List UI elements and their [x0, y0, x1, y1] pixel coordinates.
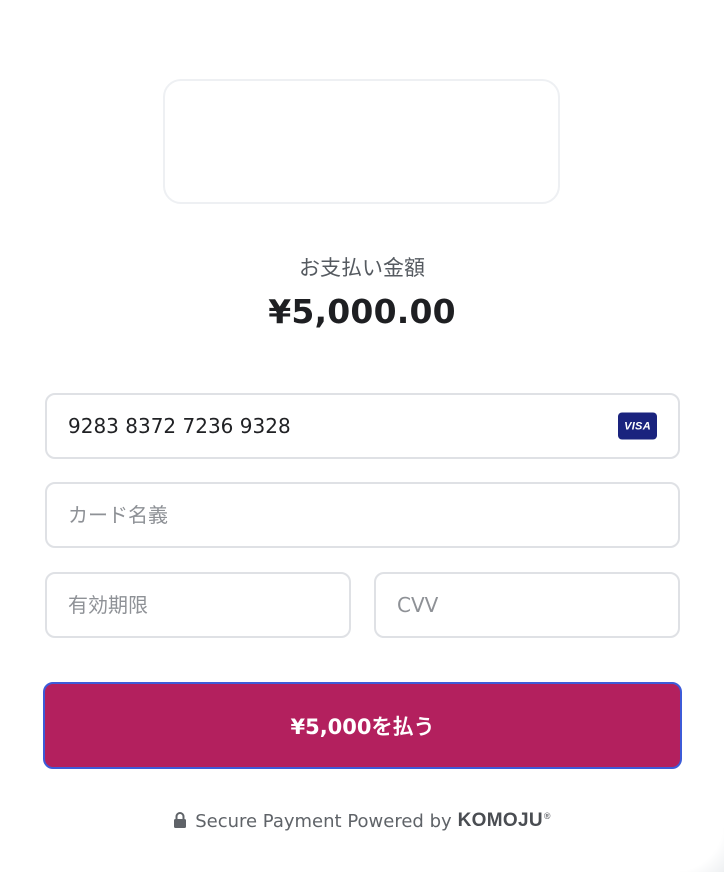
visa-icon: VISA [618, 412, 657, 440]
amount-label: お支払い金額 [299, 256, 425, 280]
registered-mark: ® [543, 810, 551, 821]
expiry-input[interactable] [68, 593, 349, 617]
cvv-input[interactable] [397, 593, 678, 617]
checkout-page: お支払い金額 ¥5,000.00 VISA ¥5,000を払う Secure P… [0, 0, 724, 872]
card-number-field[interactable]: VISA [45, 393, 680, 459]
footer-text: Secure Payment Powered by [195, 810, 452, 832]
lock-icon [173, 812, 187, 828]
expiry-field[interactable] [45, 572, 351, 638]
pay-button[interactable]: ¥5,000を払う [43, 682, 682, 769]
amount-value: ¥5,000.00 [268, 292, 456, 331]
card-number-input[interactable] [68, 414, 678, 438]
cardholder-name-field[interactable] [45, 482, 680, 548]
cvv-field[interactable] [374, 572, 680, 638]
secure-payment-footer: Secure Payment Powered by KOMOJU® [0, 810, 724, 832]
komoju-logo: KOMOJU® [458, 810, 551, 832]
komoju-brand-text: KOMOJU [457, 810, 543, 831]
merchant-logo-placeholder [163, 79, 560, 204]
cardholder-name-input[interactable] [68, 503, 678, 527]
